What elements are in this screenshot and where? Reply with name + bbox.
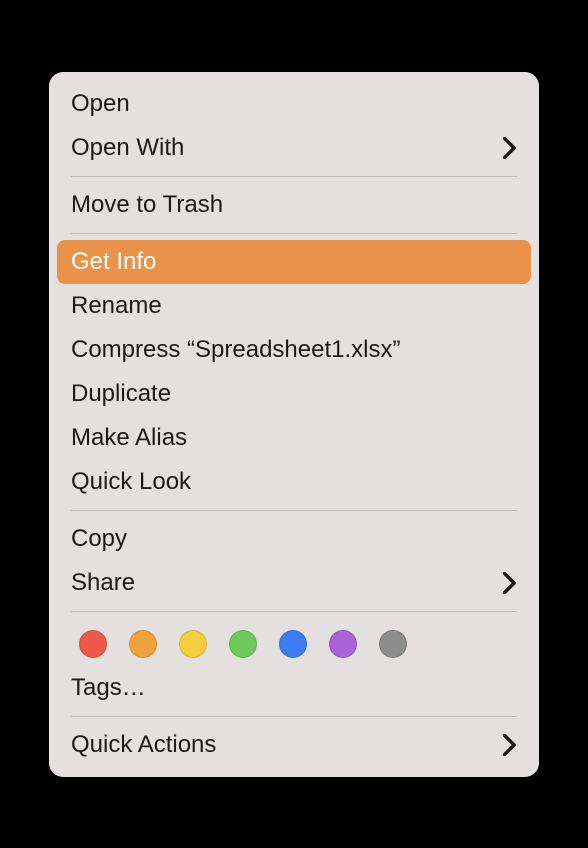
menu-item-label: Share <box>71 569 135 597</box>
menu-item-label: Move to Trash <box>71 191 223 219</box>
menu-item-copy[interactable]: Copy <box>49 517 539 561</box>
tag-color-purple[interactable] <box>329 630 357 658</box>
chevron-right-icon <box>503 572 517 594</box>
menu-item-tags[interactable]: Tags… <box>49 666 539 710</box>
tags-color-row <box>49 618 539 666</box>
tag-color-red[interactable] <box>79 630 107 658</box>
menu-item-quick-look[interactable]: Quick Look <box>49 460 539 504</box>
tag-color-gray[interactable] <box>379 630 407 658</box>
menu-item-make-alias[interactable]: Make Alias <box>49 416 539 460</box>
menu-item-quick-actions[interactable]: Quick Actions <box>49 723 539 767</box>
menu-item-duplicate[interactable]: Duplicate <box>49 372 539 416</box>
menu-item-label: Duplicate <box>71 380 171 408</box>
tag-color-blue[interactable] <box>279 630 307 658</box>
menu-item-label: Rename <box>71 292 162 320</box>
menu-item-label: Get Info <box>71 248 156 276</box>
tag-color-orange[interactable] <box>129 630 157 658</box>
menu-item-compress[interactable]: Compress “Spreadsheet1.xlsx” <box>49 328 539 372</box>
menu-divider <box>71 510 517 511</box>
menu-divider <box>71 233 517 234</box>
tag-color-yellow[interactable] <box>179 630 207 658</box>
menu-item-move-to-trash[interactable]: Move to Trash <box>49 183 539 227</box>
menu-item-label: Open <box>71 90 130 118</box>
menu-item-label: Open With <box>71 134 184 162</box>
menu-item-label: Copy <box>71 525 127 553</box>
menu-item-share[interactable]: Share <box>49 561 539 605</box>
chevron-right-icon <box>503 137 517 159</box>
menu-divider <box>71 176 517 177</box>
menu-item-label: Compress “Spreadsheet1.xlsx” <box>71 336 400 364</box>
tag-color-green[interactable] <box>229 630 257 658</box>
menu-item-label: Quick Look <box>71 468 191 496</box>
chevron-right-icon <box>503 734 517 756</box>
menu-divider <box>71 716 517 717</box>
context-menu: Open Open With Move to Trash Get Info Re… <box>49 72 539 777</box>
menu-item-label: Make Alias <box>71 424 187 452</box>
menu-item-open[interactable]: Open <box>49 82 539 126</box>
menu-item-label: Quick Actions <box>71 731 216 759</box>
menu-item-open-with[interactable]: Open With <box>49 126 539 170</box>
menu-item-get-info[interactable]: Get Info <box>57 240 531 284</box>
menu-item-rename[interactable]: Rename <box>49 284 539 328</box>
menu-divider <box>71 611 517 612</box>
menu-item-label: Tags… <box>71 674 146 702</box>
